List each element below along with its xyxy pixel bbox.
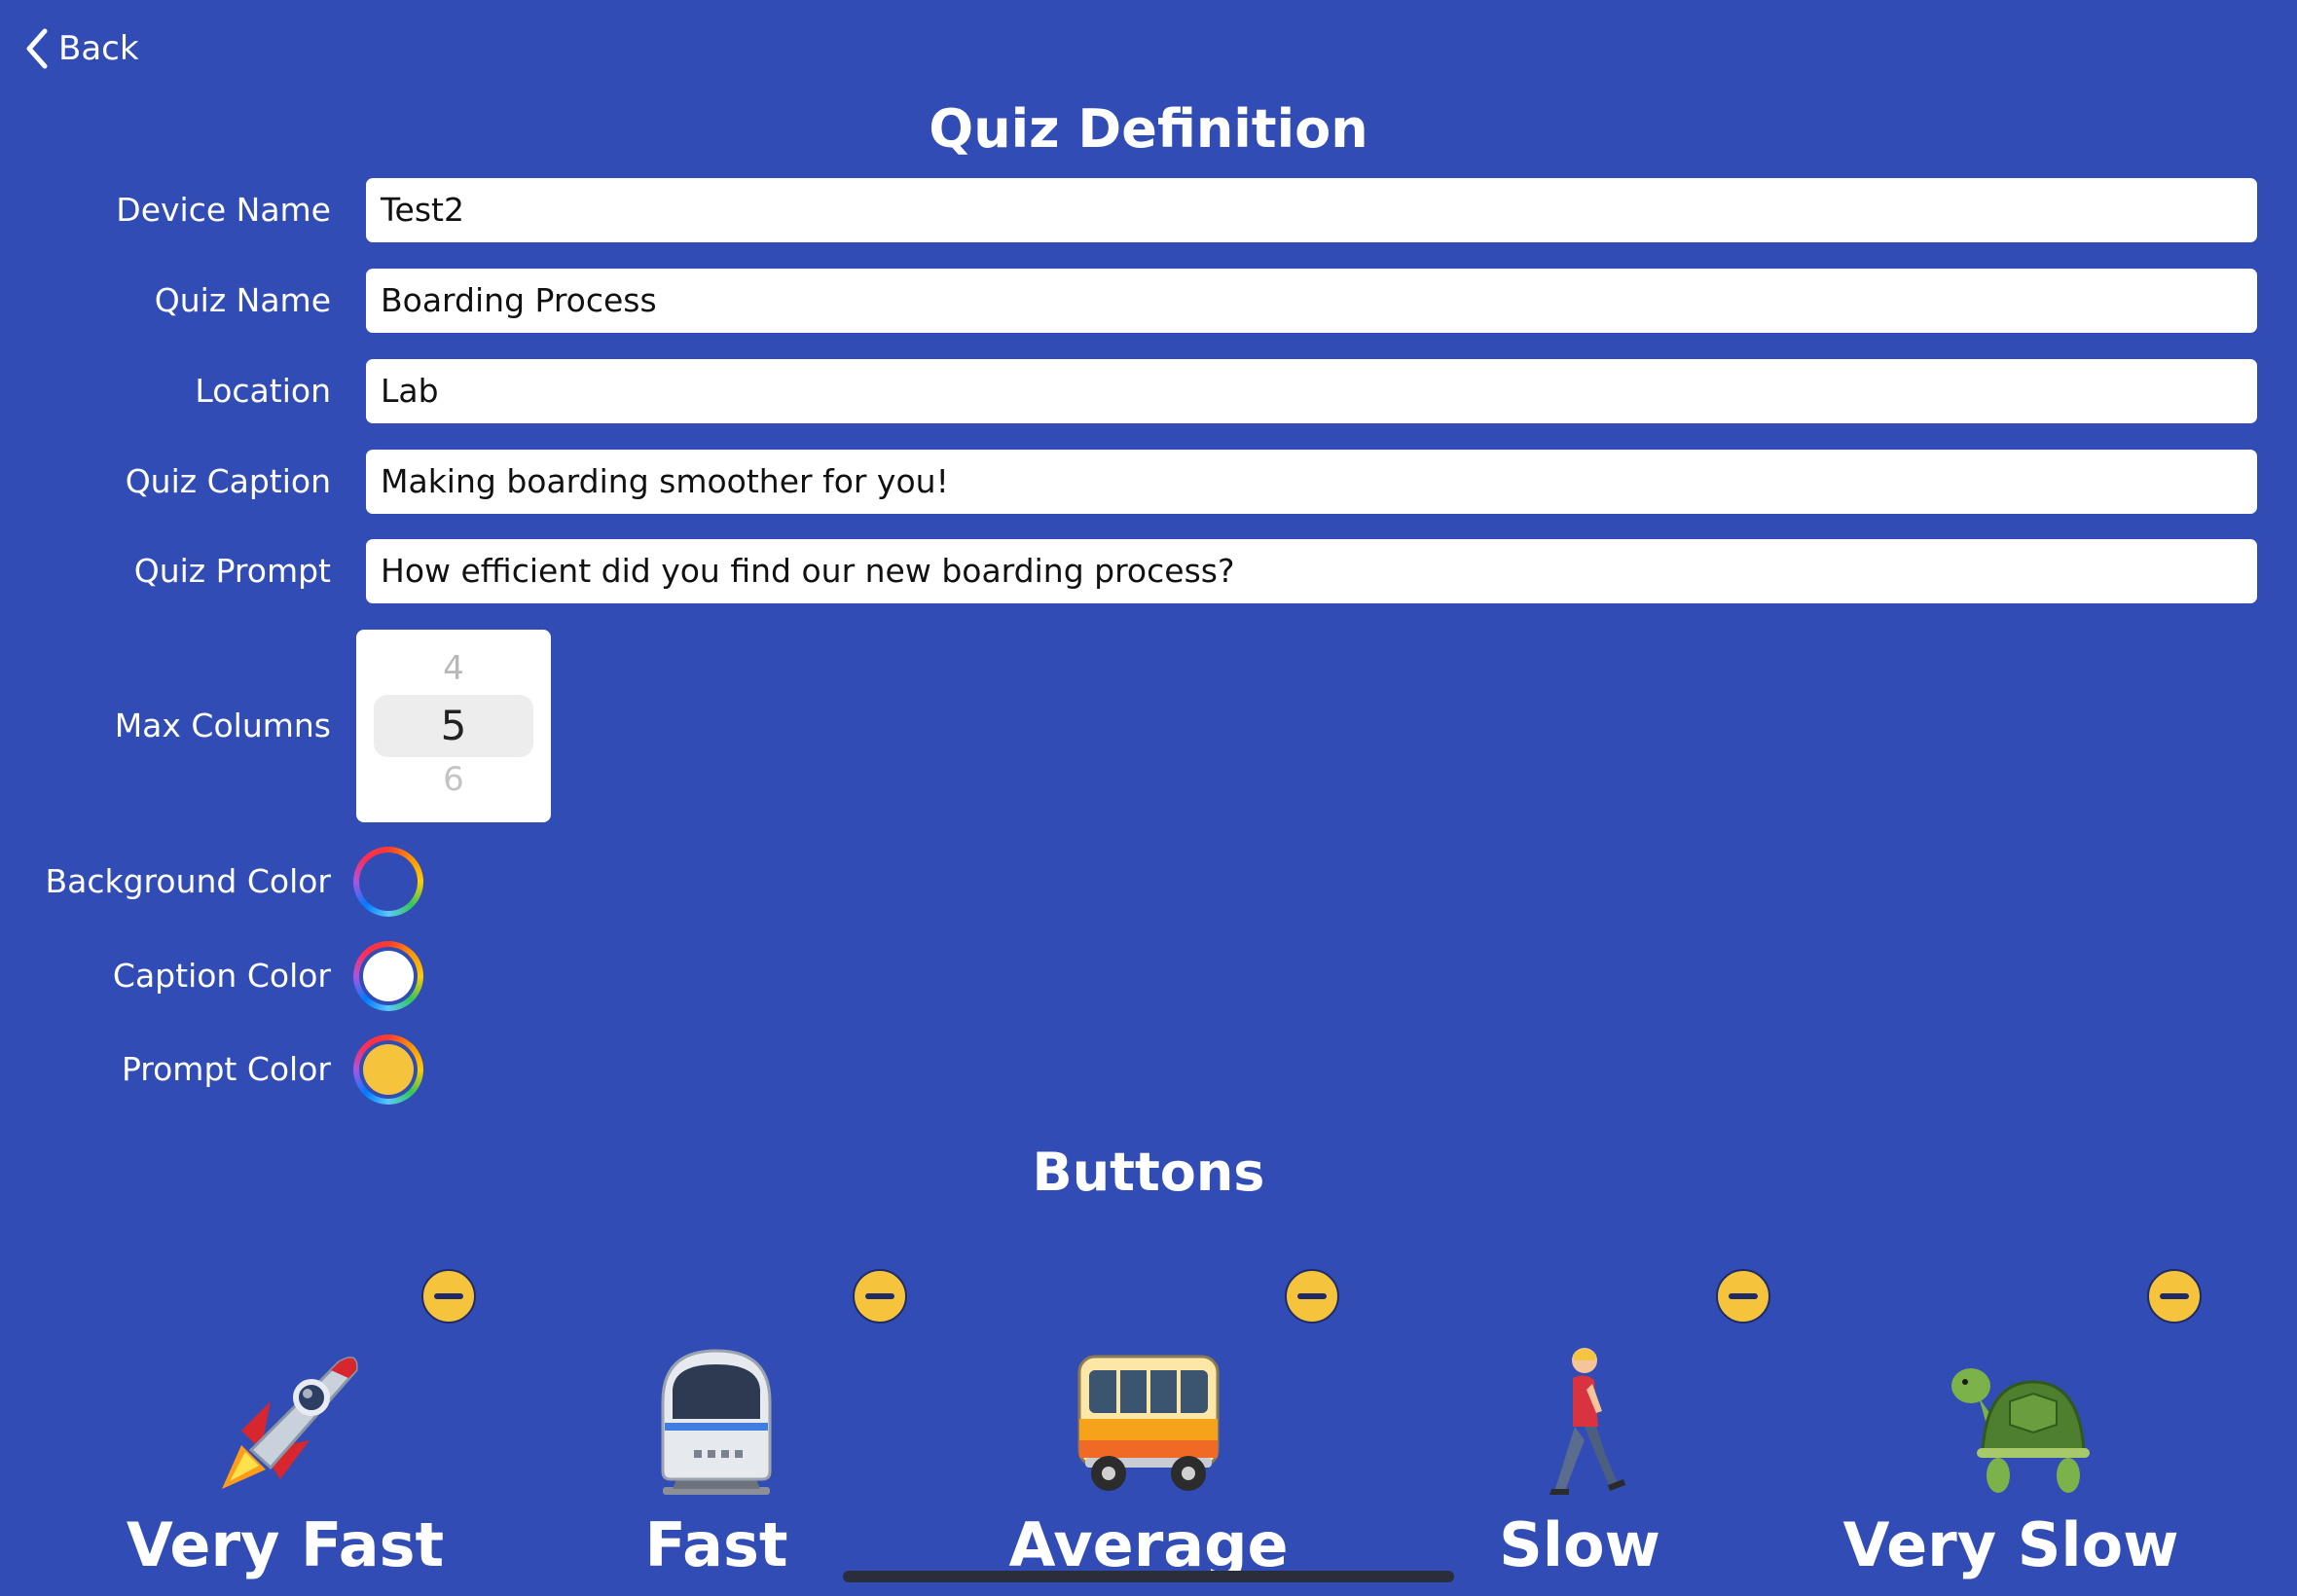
location-row: Location Lab	[0, 359, 2297, 423]
picker-option-selected[interactable]: 5	[356, 702, 551, 749]
home-indicator[interactable]	[843, 1571, 1454, 1582]
rocket-icon	[222, 1357, 358, 1489]
answer-button-slow[interactable]: Slow	[1366, 1246, 1794, 1596]
page-title: Quiz Definition	[929, 98, 1368, 160]
prompt-color-row: Prompt Color	[0, 1033, 2297, 1106]
picker-option-next[interactable]: 6	[356, 760, 551, 799]
max-columns-label: Max Columns	[114, 707, 331, 744]
caption-color-row: Caption Color	[0, 939, 2297, 1013]
chevron-left-icon	[26, 28, 48, 69]
quiz-caption-row: Quiz Caption Making boarding smoother fo…	[0, 450, 2297, 514]
quiz-name-row: Quiz Name Boarding Process	[0, 269, 2297, 333]
quiz-name-label: Quiz Name	[154, 281, 331, 319]
quiz-definition-screen: Back Quiz Definition Device Name Test2 Q…	[0, 0, 2297, 1596]
remove-button-very-fast[interactable]	[421, 1269, 476, 1324]
location-label: Location	[195, 372, 331, 410]
device-name-row: Device Name Test2	[0, 178, 2297, 242]
caption-color-label: Caption Color	[112, 957, 331, 995]
background-color-swatch	[363, 856, 414, 907]
device-name-label: Device Name	[116, 191, 331, 229]
quiz-prompt-label: Quiz Prompt	[133, 552, 331, 590]
prompt-color-label: Prompt Color	[121, 1050, 331, 1088]
bus-icon	[1077, 1355, 1220, 1491]
background-color-label: Background Color	[45, 862, 331, 900]
answer-button-very-slow[interactable]: Very Slow	[1797, 1246, 2225, 1596]
quiz-caption-label: Quiz Caption	[125, 462, 331, 500]
turtle-icon	[1951, 1368, 2090, 1493]
walking-person-icon	[1550, 1348, 1625, 1495]
train-icon	[661, 1349, 772, 1495]
remove-button-fast[interactable]	[853, 1269, 907, 1324]
remove-button-average[interactable]	[1285, 1269, 1339, 1324]
answer-label-very-fast: Very Fast	[126, 1509, 445, 1580]
remove-button-slow[interactable]	[1716, 1269, 1770, 1324]
location-field[interactable]: Lab	[366, 359, 2257, 423]
buttons-section-title: Buttons	[1032, 1142, 1265, 1203]
answer-button-average[interactable]: Average	[934, 1246, 1363, 1596]
background-color-well[interactable]	[353, 847, 423, 917]
remove-button-very-slow[interactable]	[2147, 1269, 2202, 1324]
device-name-field[interactable]: Test2	[366, 178, 2257, 242]
answer-button-fast[interactable]: Fast	[502, 1246, 930, 1596]
picker-option-prev[interactable]: 4	[356, 649, 551, 688]
max-columns-picker[interactable]: 4 5 6	[356, 630, 551, 822]
background-color-row: Background Color	[0, 845, 2297, 919]
back-label: Back	[58, 29, 139, 68]
answer-button-very-fast[interactable]: Very Fast	[71, 1246, 499, 1596]
quiz-prompt-field[interactable]: How efficient did you find our new board…	[366, 539, 2257, 603]
answer-label-very-slow: Very Slow	[1842, 1509, 2179, 1580]
quiz-caption-field[interactable]: Making boarding smoother for you!	[366, 450, 2257, 514]
quiz-prompt-row: Quiz Prompt How efficient did you find o…	[0, 539, 2297, 603]
back-button[interactable]: Back	[21, 21, 139, 76]
prompt-color-swatch	[363, 1044, 414, 1095]
prompt-color-well[interactable]	[353, 1034, 423, 1105]
caption-color-well[interactable]	[353, 941, 423, 1011]
quiz-name-field[interactable]: Boarding Process	[366, 269, 2257, 333]
caption-color-swatch	[363, 951, 414, 1001]
